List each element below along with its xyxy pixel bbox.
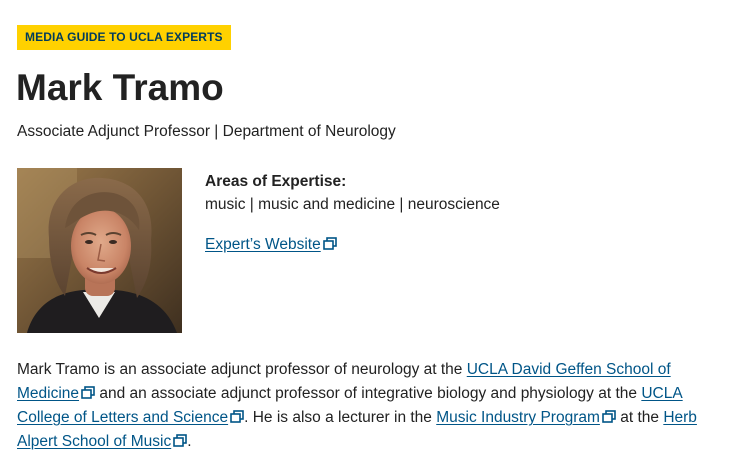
bio-text: . He is also a lecturer in the: [244, 409, 437, 426]
bio-text: at the: [615, 409, 664, 426]
expert-website-link[interactable]: Expert’s Website: [205, 236, 321, 253]
external-link-icon[interactable]: [173, 434, 188, 447]
bio-text: Mark Tramo is an associate adjunct profe…: [17, 361, 467, 378]
external-link-icon[interactable]: [322, 237, 337, 250]
expert-bio: Mark Tramo is an associate adjunct profe…: [17, 358, 729, 454]
external-link-icon[interactable]: [81, 386, 95, 399]
bio-text: and an associate adjunct professor of in…: [95, 385, 642, 402]
external-link-icon[interactable]: [602, 410, 616, 423]
page-title: Mark Tramo: [16, 67, 224, 108]
expert-photo: [17, 168, 182, 333]
link-music-industry-program[interactable]: Music Industry Program: [436, 409, 600, 426]
areas-of-expertise-label: Areas of Expertise:: [205, 173, 347, 190]
external-link-icon[interactable]: [230, 410, 244, 423]
areas-of-expertise-value: music | music and medicine | neuroscienc…: [205, 196, 500, 213]
media-guide-badge: MEDIA GUIDE TO UCLA EXPERTS: [17, 25, 231, 50]
bio-text: .: [187, 433, 192, 450]
expert-website-row: Expert’s Website: [205, 235, 337, 255]
expert-title: Associate Adjunct Professor | Department…: [17, 123, 396, 140]
